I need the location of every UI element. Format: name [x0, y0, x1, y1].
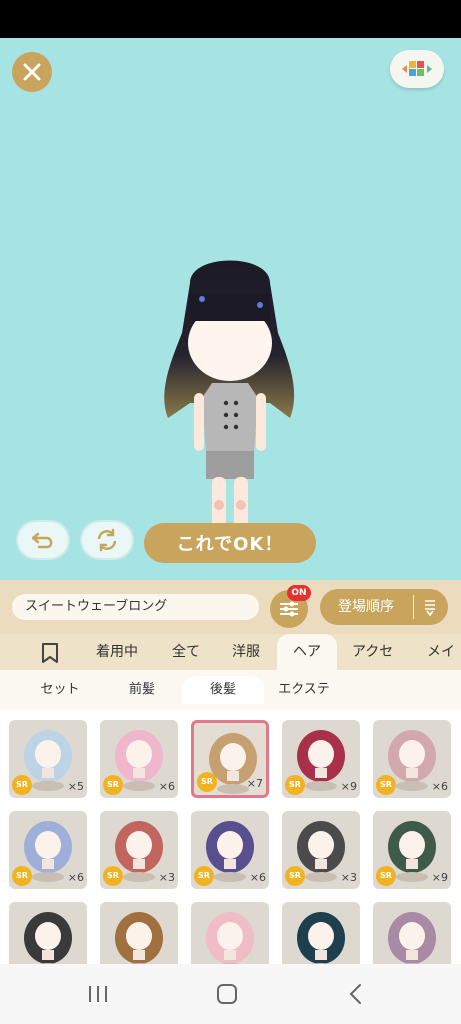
item-card[interactable]: SR ×6	[100, 720, 178, 798]
tab-wearing[interactable]: 着用中	[96, 634, 138, 670]
nav-home-icon[interactable]	[216, 983, 238, 1005]
category-tabs: 着用中 全て 洋服 ヘア アクセ メイク	[0, 634, 461, 696]
hair-subtabs: セット 前髪 後髪 エクステ	[0, 670, 461, 710]
item-toolbar: スイートウェーブロング ON 登場順序	[0, 580, 461, 634]
rarity-badge: SR	[194, 866, 214, 886]
confirm-button[interactable]: これでOK！	[144, 523, 316, 563]
tab-accessory[interactable]: アクセ	[352, 634, 393, 670]
item-grid: SR ×5 SR ×6 SR ×7 SR ×9 SR ×6 SR ×6 SR ×3 SR ×6 SR ×3 SR ×9	[0, 710, 461, 964]
rarity-badge: SR	[12, 866, 32, 886]
item-card[interactable]: SR ×9	[373, 811, 451, 889]
nav-back-icon[interactable]	[346, 983, 366, 1005]
rarity-badge: SR	[376, 775, 396, 795]
item-card[interactable]	[191, 902, 269, 964]
color-grid-icon	[402, 61, 432, 76]
subtab-bangs[interactable]: 前髪	[100, 676, 184, 704]
rarity-badge: SR	[376, 866, 396, 886]
rarity-badge: SR	[197, 772, 217, 792]
item-count: ×6	[67, 871, 84, 884]
tab-clothes[interactable]: 洋服	[232, 634, 260, 670]
sort-button[interactable]: 登場順序	[320, 589, 448, 625]
item-card[interactable]: SR ×6	[191, 811, 269, 889]
filter-on-badge: ON	[287, 585, 311, 601]
hair-thumbnail	[297, 912, 345, 964]
subtab-set[interactable]: セット	[18, 676, 102, 704]
hair-thumbnail	[115, 912, 163, 964]
color-grid-button[interactable]	[390, 50, 444, 88]
refresh-button[interactable]	[80, 520, 134, 560]
rarity-badge: SR	[103, 775, 123, 795]
item-card[interactable]: SR ×6	[9, 811, 87, 889]
close-icon	[23, 63, 41, 81]
sort-icon	[425, 600, 435, 616]
item-card[interactable]	[100, 902, 178, 964]
filter-icon	[280, 601, 298, 617]
item-count: ×7	[246, 777, 263, 790]
item-count: ×6	[249, 871, 266, 884]
hair-thumbnail	[206, 912, 254, 964]
nav-recent-icon[interactable]	[86, 984, 110, 1004]
item-count: ×3	[158, 871, 175, 884]
item-card[interactable]: SR ×9	[282, 720, 360, 798]
item-count: ×9	[431, 871, 448, 884]
rarity-badge: SR	[12, 775, 32, 795]
item-card[interactable]: SR ×7	[191, 720, 269, 798]
undo-icon	[31, 532, 53, 549]
tab-hair[interactable]: ヘア	[277, 634, 337, 670]
system-nav-bar	[0, 964, 461, 1024]
rarity-badge: SR	[103, 866, 123, 886]
hair-thumbnail	[24, 912, 72, 964]
wardrobe-panel: スイートウェーブロング ON 登場順序 着用中 全て 洋服 ヘア アクセ メイ …	[0, 580, 461, 964]
item-card[interactable]	[9, 902, 87, 964]
bookmark-icon[interactable]	[40, 642, 60, 664]
sort-divider	[413, 595, 414, 619]
item-count: ×6	[431, 780, 448, 793]
rarity-badge: SR	[285, 775, 305, 795]
rarity-badge: SR	[285, 866, 305, 886]
item-count: ×5	[67, 780, 84, 793]
tab-makeup[interactable]: メイク	[427, 634, 461, 696]
item-card[interactable]: SR ×6	[373, 720, 451, 798]
item-name-field: スイートウェーブロング	[12, 594, 259, 620]
item-count: ×6	[158, 780, 175, 793]
undo-button[interactable]	[16, 520, 70, 560]
subtab-back-hair[interactable]: 後髪	[182, 676, 264, 704]
item-count: ×3	[340, 871, 357, 884]
close-button[interactable]	[12, 52, 52, 92]
hair-thumbnail	[388, 912, 436, 964]
status-bar	[0, 0, 461, 38]
item-card[interactable]	[282, 902, 360, 964]
avatar-stage: これでOK！	[0, 38, 461, 580]
avatar-figure	[164, 260, 295, 545]
item-card[interactable]	[373, 902, 451, 964]
sort-label: 登場順序	[338, 599, 394, 615]
item-card[interactable]: SR ×3	[282, 811, 360, 889]
subtab-extension[interactable]: エクステ	[262, 676, 346, 704]
tab-all[interactable]: 全て	[172, 634, 200, 670]
item-count: ×9	[340, 780, 357, 793]
item-card[interactable]: SR ×3	[100, 811, 178, 889]
item-card[interactable]: SR ×5	[9, 720, 87, 798]
refresh-icon	[97, 528, 117, 552]
